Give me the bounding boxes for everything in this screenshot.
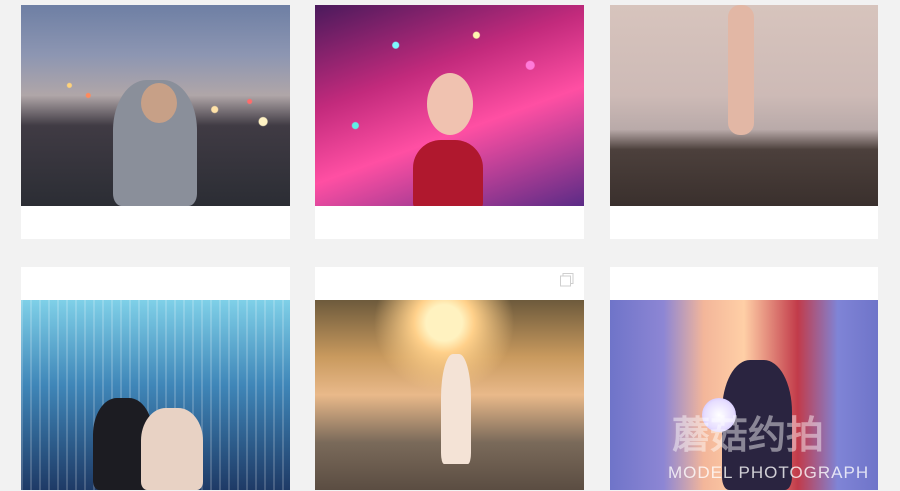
person-figure bbox=[141, 408, 203, 490]
post-thumbnail[interactable] bbox=[610, 5, 878, 206]
person-figure bbox=[441, 354, 471, 464]
post-thumbnail[interactable] bbox=[610, 300, 878, 490]
watermark-text: MODEL PHOTOGRAPH bbox=[668, 463, 870, 482]
post-thumbnail[interactable] bbox=[21, 300, 290, 490]
watermark-logo: 蘑菇约拍 bbox=[672, 415, 825, 457]
person-figure bbox=[427, 73, 473, 135]
person-figure bbox=[141, 83, 177, 123]
post-thumbnail[interactable] bbox=[21, 5, 290, 206]
carousel-icon bbox=[560, 273, 574, 287]
person-figure bbox=[728, 5, 754, 135]
post-thumbnail[interactable] bbox=[315, 300, 584, 490]
post-thumbnail[interactable] bbox=[315, 5, 584, 206]
person-figure bbox=[413, 140, 483, 206]
